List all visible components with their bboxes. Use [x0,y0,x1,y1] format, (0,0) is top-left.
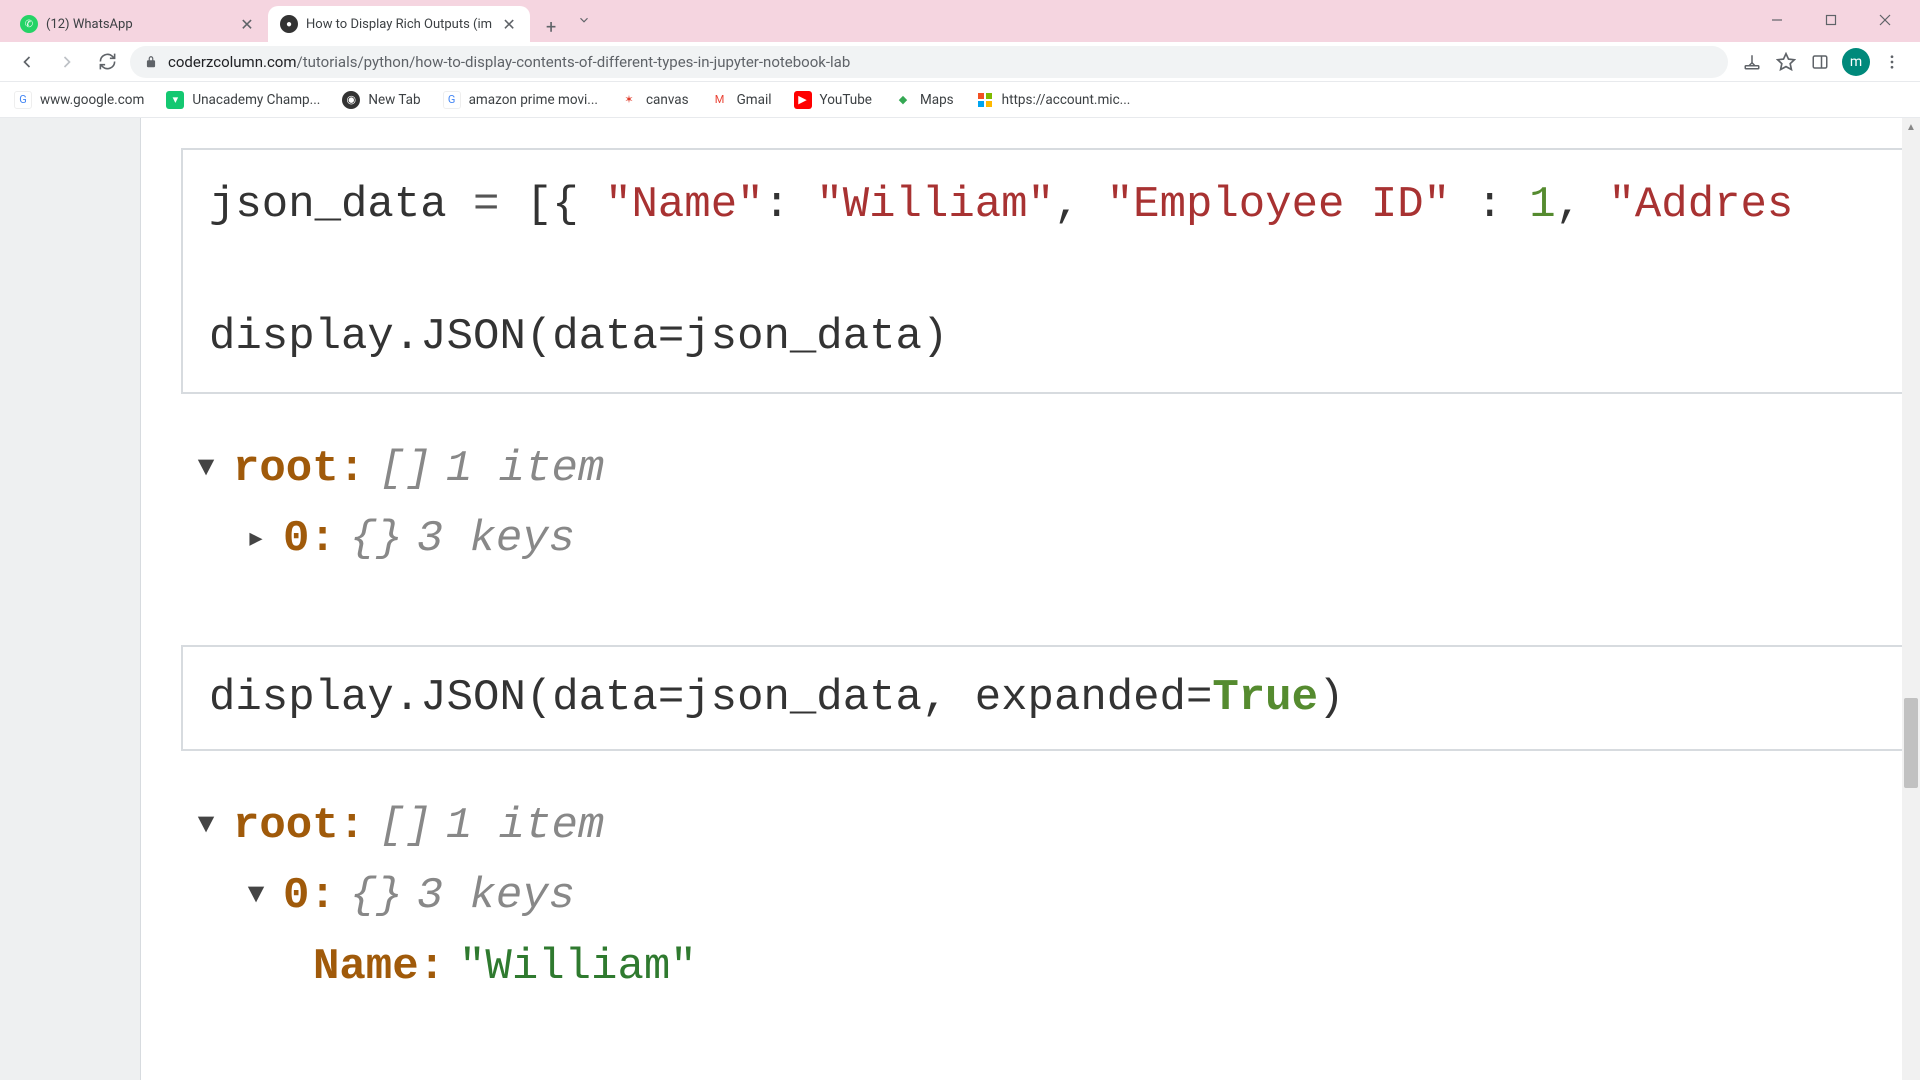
bookmark-gmail[interactable]: M Gmail [711,91,772,109]
page-body: json_data = [{ "Name": "William", "Emplo… [140,118,1920,1080]
site-favicon: ● [280,15,298,33]
scroll-thumb[interactable] [1904,698,1918,788]
json-key: 0: [283,504,336,574]
maximize-button[interactable] [1808,4,1854,36]
json-type: {} [350,504,403,574]
whatsapp-favicon: ✆ [20,15,38,33]
json-meta: 3 keys [417,861,575,931]
new-tab-button[interactable]: + [536,12,566,42]
json-key: root: [233,434,365,504]
share-icon[interactable] [1740,50,1764,74]
youtube-icon: ▶ [794,91,812,109]
bookmark-label: canvas [646,92,689,108]
json-output-2: ▼ root: [] 1 item ▼ 0: {} 3 keys Name: "… [193,791,1920,1002]
code-cell-2: display.JSON(data=json_data, expanded=Tr… [181,645,1920,751]
json-child-node[interactable]: ▶ 0: {} 3 keys [193,504,1920,574]
vertical-scrollbar[interactable]: ▲ [1902,118,1920,1080]
google-icon: G [443,91,461,109]
side-panel-icon[interactable] [1808,50,1832,74]
address-bar[interactable]: coderzcolumn.com/tutorials/python/how-to… [130,46,1728,78]
bookmark-label: YouTube [820,92,872,108]
bookmark-label: Gmail [737,92,772,108]
window-controls [1754,4,1912,42]
json-type: {} [350,861,403,931]
profile-avatar[interactable]: m [1842,48,1870,76]
globe-icon: ◉ [342,91,360,109]
bookmark-label: Maps [920,92,954,108]
minimize-button[interactable] [1754,4,1800,36]
bookmark-label: Unacademy Champ... [192,92,320,108]
json-type: [] [379,791,432,861]
bookmark-star-icon[interactable] [1774,50,1798,74]
json-meta: 1 item [446,791,604,861]
chevron-down-icon[interactable]: ▼ [243,874,269,919]
tab-current-page[interactable]: ● How to Display Rich Outputs (im ✕ [268,6,530,42]
microsoft-icon [976,91,994,109]
bookmark-amazon[interactable]: Gamazon prime movi... [443,91,598,109]
gmail-icon: M [711,91,729,109]
close-icon[interactable]: ✕ [238,15,256,33]
chevron-down-icon[interactable]: ▼ [193,447,219,492]
forward-button[interactable] [50,45,84,79]
bookmark-canvas[interactable]: ✶ canvas [620,91,689,109]
bookmark-unacademy[interactable]: ▾ Unacademy Champ... [166,91,320,109]
json-root-node[interactable]: ▼ root: [] 1 item [193,434,1920,504]
tab-title: How to Display Rich Outputs (im [306,17,492,32]
bookmark-msaccount[interactable]: https://account.mic... [976,91,1131,109]
json-key: Name: [313,932,445,1002]
browser-tab-strip: ✆ (12) WhatsApp ✕ ● How to Display Rich … [0,0,1920,42]
json-type: [] [379,434,432,504]
bookmark-label: www.google.com [40,92,144,108]
scroll-up-icon[interactable]: ▲ [1902,118,1920,136]
json-meta: 1 item [446,434,604,504]
lock-icon [144,55,158,69]
bookmark-newtab[interactable]: ◉ New Tab [342,91,420,109]
bookmark-label: https://account.mic... [1002,92,1131,108]
json-key: root: [233,791,365,861]
json-value: "William" [459,932,697,1002]
google-icon: G [14,91,32,109]
url-text: coderzcolumn.com/tutorials/python/how-to… [168,53,850,71]
bookmark-google[interactable]: Gwww.google.com [14,91,144,109]
json-meta: 3 keys [417,504,575,574]
reload-button[interactable] [90,45,124,79]
bookmark-label: amazon prime movi... [469,92,598,108]
menu-icon[interactable] [1880,50,1904,74]
address-bar-row: coderzcolumn.com/tutorials/python/how-to… [0,42,1920,82]
json-child-node[interactable]: ▼ 0: {} 3 keys [193,861,1920,931]
bookmark-maps[interactable]: ◆ Maps [894,91,954,109]
code-cell-1: json_data = [{ "Name": "William", "Emplo… [181,148,1920,394]
json-output-1: ▼ root: [] 1 item ▶ 0: {} 3 keys [193,434,1920,575]
close-window-button[interactable] [1862,4,1908,36]
tab-title: (12) WhatsApp [46,17,230,32]
maps-icon: ◆ [894,91,912,109]
json-root-node[interactable]: ▼ root: [] 1 item [193,791,1920,861]
close-icon[interactable]: ✕ [500,15,518,33]
unacademy-icon: ▾ [166,91,184,109]
bookmarks-bar: Gwww.google.com ▾ Unacademy Champ... ◉ New… [0,82,1920,118]
bookmark-label: New Tab [368,92,420,108]
chevron-down-icon[interactable]: ▼ [193,804,219,849]
back-button[interactable] [10,45,44,79]
json-key: 0: [283,861,336,931]
address-actions: m [1734,48,1910,76]
json-leaf-node: Name: "William" [193,932,1920,1002]
tab-whatsapp[interactable]: ✆ (12) WhatsApp ✕ [8,6,268,42]
content-area: json_data = [{ "Name": "William", "Emplo… [0,118,1920,1080]
tabs-dropdown-icon[interactable] [566,4,602,36]
bookmark-youtube[interactable]: ▶ YouTube [794,91,872,109]
canvas-icon: ✶ [620,91,638,109]
chevron-right-icon[interactable]: ▶ [243,522,269,557]
